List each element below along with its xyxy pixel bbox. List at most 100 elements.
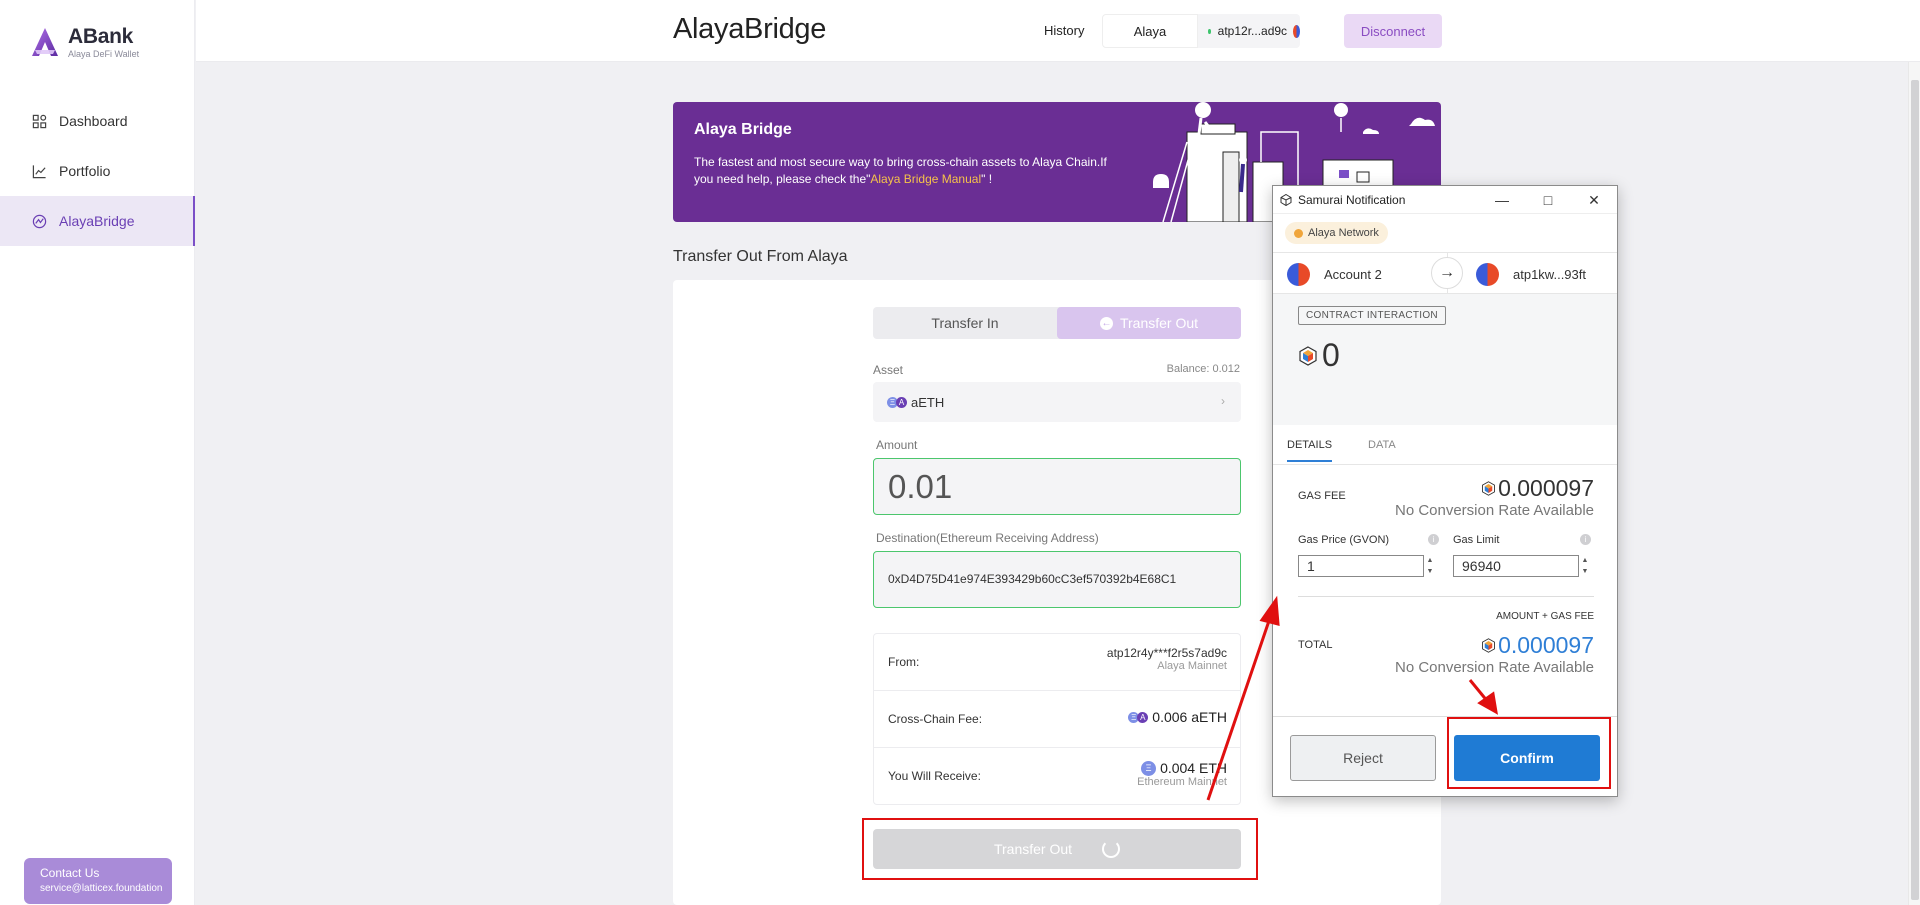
tab-data[interactable]: DATA <box>1368 439 1396 451</box>
arrow-right-icon: → <box>1431 257 1463 289</box>
arrow-left-icon: ← <box>1099 316 1113 330</box>
amount-input[interactable]: 0.01 <box>873 458 1241 515</box>
from-value: atp12r4y***f2r5s7ad9c Alaya Mainnet <box>1107 646 1227 672</box>
bridge-manual-link[interactable]: Alaya Bridge Manual <box>870 172 981 186</box>
gas-price-label: Gas Price (GVON) <box>1298 534 1390 546</box>
transfer-summary: From: atp12r4y***f2r5s7ad9c Alaya Mainne… <box>873 633 1241 805</box>
page-scrollbar[interactable] <box>1908 62 1920 905</box>
brand-tagline: Alaya DeFi Wallet <box>68 49 140 59</box>
contract-interaction-tag: CONTRACT INTERACTION <box>1298 306 1446 325</box>
close-icon[interactable]: ✕ <box>1571 186 1617 214</box>
sidebar-item-label: Portfolio <box>59 163 111 179</box>
amount-gas-label: AMOUNT + GAS FEE <box>1496 611 1594 622</box>
sidebar-item-dashboard[interactable]: Dashboard <box>0 96 195 146</box>
account-address: atp12r...ad9c <box>1217 24 1288 38</box>
cube-token-icon <box>1482 481 1496 496</box>
contract-value: 0 <box>1298 337 1340 374</box>
network-dot-icon <box>1294 228 1303 238</box>
contact-email[interactable]: service@latticex.foundation <box>40 881 172 897</box>
tab-transfer-out[interactable]: ← Transfer Out <box>1057 307 1241 339</box>
minimize-icon[interactable]: — <box>1479 186 1525 214</box>
chart-line-icon <box>32 164 46 178</box>
tab-transfer-in[interactable]: Transfer In <box>873 307 1057 339</box>
history-link[interactable]: History <box>1044 23 1084 38</box>
tab-transfer-out-label: Transfer Out <box>1119 315 1199 331</box>
summary-row-fee: Cross-Chain Fee: Ξ A 0.006 aETH <box>874 691 1240 748</box>
gas-price-stepper[interactable]: ▲ ▼ <box>1424 555 1436 577</box>
gas-fee-value: 0.000097 <box>1481 475 1594 502</box>
logo[interactable]: ABank Alaya DeFi Wallet <box>30 26 139 60</box>
samurai-notification-window: Samurai Notification — □ ✕ Alaya Network… <box>1272 185 1618 797</box>
receive-value: Ξ 0.004 ETH Ethereum Mainnet <box>1137 760 1227 788</box>
sidebar: ABank Alaya DeFi Wallet Dashboard Portfo… <box>0 0 195 905</box>
receive-network: Ethereum Mainnet <box>1137 776 1227 788</box>
network-badge: Alaya Network <box>1285 222 1388 244</box>
detail-tabs: DETAILS DATA <box>1273 425 1617 465</box>
from-address: atp12r4y***f2r5s7ad9c <box>1106 646 1227 660</box>
total-label: TOTAL <box>1298 639 1333 651</box>
summary-row-receive: You Will Receive: Ξ 0.004 ETH Ethereum Ma… <box>874 748 1240 805</box>
highlight-box-confirm <box>1447 717 1611 789</box>
fee-amount: 0.006 aETH <box>1152 709 1227 725</box>
sidebar-item-label: AlayaBridge <box>59 213 135 229</box>
account-button[interactable]: atp12r...ad9c <box>1198 14 1300 48</box>
amount-label: Amount <box>876 438 918 452</box>
cube-token-icon <box>1299 345 1317 366</box>
sidebar-nav: Dashboard Portfolio AlayaBridge <box>0 96 195 246</box>
fee-label: Cross-Chain Fee: <box>888 712 983 726</box>
asset-label: Asset <box>873 363 904 377</box>
network-name: Alaya Network <box>1308 227 1379 239</box>
window-title: Samurai Notification <box>1298 192 1406 207</box>
page-title: AlayaBridge <box>673 13 827 45</box>
account-avatar <box>1287 263 1310 286</box>
summary-row-from: From: atp12r4y***f2r5s7ad9c Alaya Mainne… <box>874 634 1240 691</box>
chevron-right-icon: › <box>1221 394 1225 408</box>
abank-logo-icon <box>32 28 58 56</box>
brand-name: ABank <box>68 25 134 48</box>
samurai-icon <box>1280 193 1292 206</box>
network-selector[interactable]: Alaya <box>1102 14 1198 48</box>
section-title: Transfer Out From Alaya <box>673 248 848 265</box>
banner-text: The fastest and most secure way to bring… <box>694 154 1114 188</box>
from-account-name: Account 2 <box>1324 267 1382 282</box>
to-account-address: atp1kw...93ft <box>1513 267 1586 282</box>
divider <box>1298 596 1594 597</box>
from-label: From: <box>888 655 920 669</box>
gas-fee-label: GAS FEE <box>1298 490 1346 502</box>
scrollbar-thumb[interactable] <box>1911 80 1919 900</box>
total-amount: 0.000097 <box>1498 632 1594 658</box>
destination-input[interactable]: 0xD4D75D41e974E393429b60cC3ef570392b4E68… <box>873 551 1241 608</box>
maximize-icon[interactable]: □ <box>1525 186 1571 214</box>
aeth-token-icon: ΞA <box>1128 711 1149 723</box>
info-icon[interactable]: i <box>1580 534 1591 545</box>
receive-amount: 0.004 ETH <box>1160 760 1227 776</box>
banner-title: Alaya Bridge <box>694 121 792 138</box>
contract-summary: CONTRACT INTERACTION 0 <box>1273 294 1617 425</box>
disconnect-button[interactable]: Disconnect <box>1344 14 1442 48</box>
to-account: atp1kw...93ft <box>1476 263 1586 286</box>
contract-amount: 0 <box>1322 337 1340 373</box>
from-account: Account 2 <box>1287 263 1382 286</box>
cube-token-icon <box>1482 638 1496 653</box>
eth-token-icon: Ξ <box>1141 760 1157 776</box>
banner-text-post: " ! <box>981 172 993 186</box>
info-icon[interactable]: i <box>1428 534 1439 545</box>
balance-text: Balance: 0.012 <box>1166 363 1240 375</box>
sidebar-item-portfolio[interactable]: Portfolio <box>0 146 195 196</box>
tab-details[interactable]: DETAILS <box>1287 439 1333 462</box>
sidebar-item-alayabridge[interactable]: AlayaBridge <box>0 196 195 246</box>
contact-us-card[interactable]: Contact Us service@latticex.foundation <box>24 858 172 904</box>
destination-label: Destination(Ethereum Receiving Address) <box>876 531 1099 545</box>
gas-limit-label: Gas Limit <box>1453 534 1500 546</box>
gas-limit-stepper[interactable]: ▲ ▼ <box>1579 555 1591 577</box>
asset-selector[interactable]: ΞA aETH › <box>873 382 1241 422</box>
window-titlebar[interactable]: Samurai Notification — □ ✕ <box>1273 186 1617 214</box>
fee-value: Ξ A 0.006 aETH <box>1128 709 1227 725</box>
receive-label: You Will Receive: <box>888 769 981 783</box>
aeth-token-icon: ΞA <box>887 396 907 408</box>
gas-no-rate: No Conversion Rate Available <box>1394 502 1594 519</box>
gas-limit-input[interactable]: 96940 <box>1453 555 1579 577</box>
gas-price-input[interactable]: 1 <box>1298 555 1424 577</box>
from-network: Alaya Mainnet <box>1157 660 1227 672</box>
reject-button[interactable]: Reject <box>1290 735 1436 781</box>
